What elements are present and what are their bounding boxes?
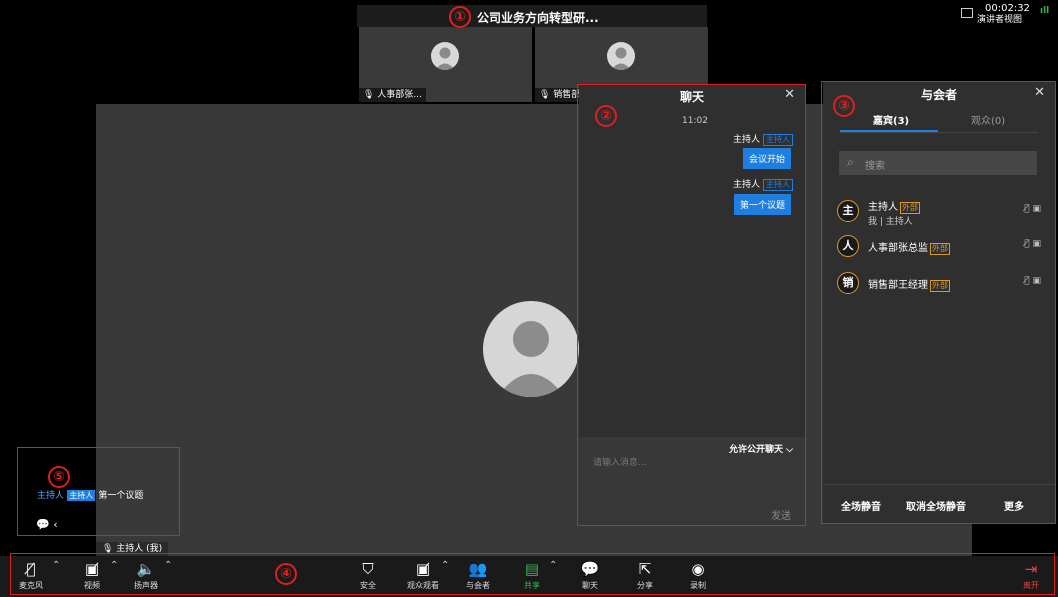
annotation-number-3: ③ xyxy=(833,95,855,117)
annotation-number-4: ④ xyxy=(275,563,297,585)
annotation-number-2: ② xyxy=(595,105,617,127)
speaker-view-icon[interactable] xyxy=(961,8,973,18)
annotation-box-chat xyxy=(577,84,806,526)
meeting-timer: 00:02:32 xyxy=(985,3,1030,14)
annotation-number-1: ① xyxy=(449,6,471,28)
annotation-box-floating xyxy=(17,447,180,536)
annotation-box-participants xyxy=(821,81,1056,524)
meeting-title: 公司业务方向转型研... xyxy=(477,11,599,25)
speaker-view-label[interactable]: 演讲者视图 xyxy=(977,15,1022,25)
meeting-title-bar: 公司业务方向转型研... xyxy=(357,5,707,27)
annotation-number-5: ⑤ xyxy=(48,466,70,488)
avatar xyxy=(607,42,635,70)
participant-thumbnail[interactable]: 🎙 人事部张... xyxy=(359,27,532,102)
avatar xyxy=(431,42,459,70)
signal-icon: ıll xyxy=(1040,6,1050,16)
thumbnail-caption: 🎙 人事部张... xyxy=(359,88,426,102)
avatar xyxy=(483,301,579,397)
annotation-box-toolbar xyxy=(10,553,1055,595)
